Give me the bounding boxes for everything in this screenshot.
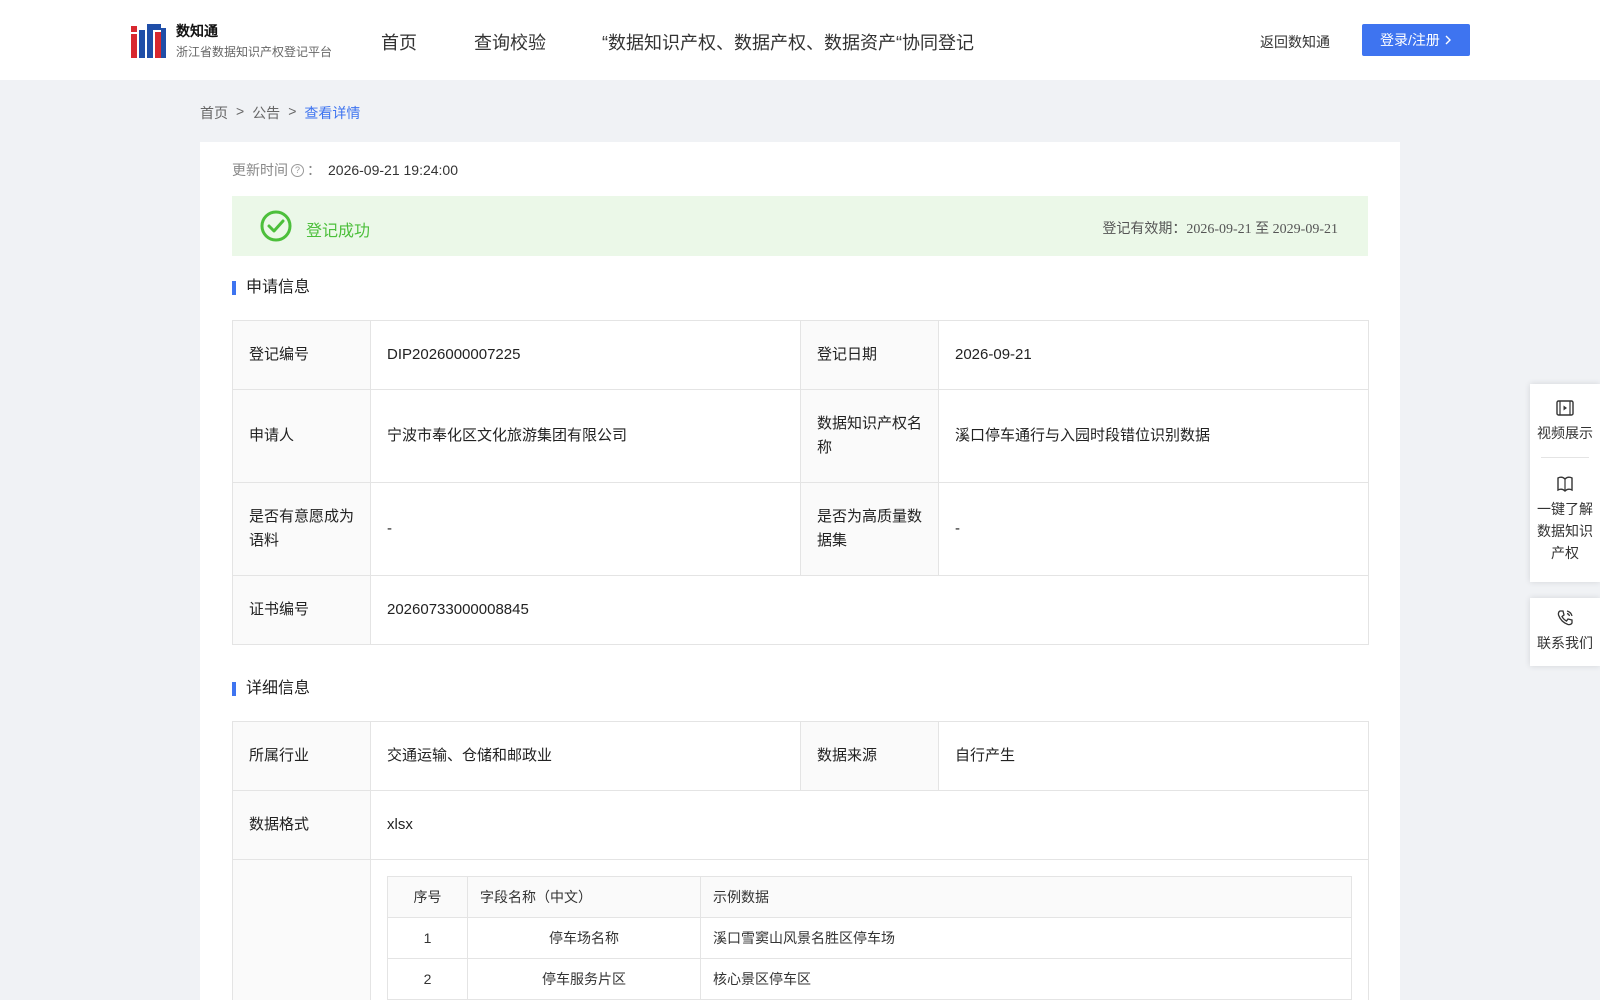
corpus-value: - xyxy=(370,482,801,576)
field-sample: 溪口雪窦山风景名胜区停车场 xyxy=(700,917,1352,959)
chevron-right-icon xyxy=(1445,35,1451,45)
side-panel-top: 视频展示 一键了解数据知识产权 xyxy=(1530,384,1600,582)
application-table: 登记编号 DIP2026000007225 登记日期 2026-09-21 申请… xyxy=(232,320,1369,645)
learn-ip-label: 一键了解数据知识产权 xyxy=(1537,501,1593,561)
top-header: 数知通 浙江省数据知识产权登记平台 首页 查询校验 “数据知识产权、数据产权、数… xyxy=(0,0,1600,80)
back-to-portal-link[interactable]: 返回数知通 xyxy=(1260,32,1330,52)
nav-home[interactable]: 首页 xyxy=(381,29,417,55)
field-index: 1 xyxy=(387,917,468,959)
breadcrumb-notice[interactable]: 公告 xyxy=(252,103,280,123)
reg-no-value: DIP2026000007225 xyxy=(370,320,801,390)
nav-joint-registration[interactable]: “数据知识产权、数据产权、数据资产“协同登记 xyxy=(602,29,974,55)
nav-query[interactable]: 查询校验 xyxy=(474,29,546,55)
table-row: 是否有意愿成为语料 - 是否为高质量数据集 - xyxy=(232,482,1369,576)
industry-label: 所属行业 xyxy=(232,721,371,791)
video-label: 视频展示 xyxy=(1537,425,1593,441)
question-icon[interactable]: ? xyxy=(291,163,304,177)
breadcrumb-separator: > xyxy=(236,103,245,119)
detail-section-title: 详细信息 xyxy=(232,681,310,697)
logo-subtitle: 浙江省数据知识产权登记平台 xyxy=(176,45,333,59)
learn-ip-button[interactable]: 一键了解数据知识产权 xyxy=(1530,474,1600,564)
source-value: 自行产生 xyxy=(938,721,1369,791)
field-index: 2 xyxy=(387,958,468,1000)
login-label: 登录/注册 xyxy=(1380,32,1440,48)
table-row: 数据格式 xlsx xyxy=(232,790,1369,860)
cert-no-value: 20260733000008845 xyxy=(370,575,1369,645)
validity-period: 登记有效期：2026-09-21 至 2029-09-21 xyxy=(1102,222,1338,237)
login-register-button[interactable]: 登录/注册 xyxy=(1362,24,1470,56)
update-time-row: 更新时间 ? ： 2026-09-21 19:24:00 xyxy=(232,160,458,180)
detail-table: 所属行业 交通运输、仓储和邮政业 数据来源 自行产生 数据格式 xlsx 序号 … xyxy=(232,721,1369,1000)
breadcrumb-home[interactable]: 首页 xyxy=(200,103,228,123)
table-row: 申请人 宁波市奉化区文化旅游集团有限公司 数据知识产权名称 溪口停车通行与入园时… xyxy=(232,389,1369,483)
ip-name-value: 溪口停车通行与入园时段错位识别数据 xyxy=(938,389,1369,483)
fields-label-cell xyxy=(232,859,371,1000)
status-banner: 登记成功 登记有效期：2026-09-21 至 2029-09-21 xyxy=(232,196,1368,256)
reg-date-value: 2026-09-21 xyxy=(938,320,1369,390)
col-index-header: 序号 xyxy=(387,876,468,918)
phone-icon xyxy=(1557,610,1573,626)
side-divider xyxy=(1541,457,1589,458)
logo-title: 数知通 xyxy=(176,23,218,39)
table-row: 序号 字段名称（中文） 示例数据 1 停车场名称 溪口雪窦山风景名胜区停车场 2… xyxy=(232,859,1369,1000)
reg-date-label: 登记日期 xyxy=(800,320,939,390)
field-name: 停车场名称 xyxy=(467,917,701,959)
field-sample: 核心景区停车区 xyxy=(700,958,1352,1000)
update-time-label: 更新时间 xyxy=(232,162,288,178)
format-label: 数据格式 xyxy=(232,790,371,860)
video-button[interactable]: 视频展示 xyxy=(1530,398,1600,444)
applicant-value: 宁波市奉化区文化旅游集团有限公司 xyxy=(370,389,801,483)
update-time-value: 2026-09-21 19:24:00 xyxy=(328,162,458,178)
side-panel-bottom: 联系我们 xyxy=(1530,598,1600,666)
book-icon xyxy=(1557,476,1573,492)
application-section-title: 申请信息 xyxy=(232,280,310,296)
contact-label: 联系我们 xyxy=(1537,635,1593,651)
field-name: 停车服务片区 xyxy=(467,958,701,1000)
check-circle-icon xyxy=(260,210,292,242)
col-sample-header: 示例数据 xyxy=(700,876,1352,918)
update-time-colon: ： xyxy=(307,162,321,178)
reg-no-label: 登记编号 xyxy=(232,320,371,390)
ip-name-label: 数据知识产权名称 xyxy=(800,389,939,483)
fields-cell: 序号 字段名称（中文） 示例数据 1 停车场名称 溪口雪窦山风景名胜区停车场 2… xyxy=(370,859,1369,1000)
quality-value: - xyxy=(938,482,1369,576)
table-row: 所属行业 交通运输、仓储和邮政业 数据来源 自行产生 xyxy=(232,721,1369,791)
table-row: 证书编号 20260733000008845 xyxy=(232,575,1369,645)
table-row: 2 停车服务片区 核心景区停车区 xyxy=(387,958,1352,1000)
source-label: 数据来源 xyxy=(800,721,939,791)
corpus-label: 是否有意愿成为语料 xyxy=(232,482,371,576)
detail-card: 更新时间 ? ： 2026-09-21 19:24:00 登记成功 登记有效期：… xyxy=(200,142,1400,1000)
breadcrumb-current: 查看详情 xyxy=(304,105,361,121)
format-value: xlsx xyxy=(370,790,1369,860)
breadcrumb: 首页 > 公告 > 查看详情 xyxy=(200,103,360,123)
industry-value: 交通运输、仓储和邮政业 xyxy=(370,721,801,791)
applicant-label: 申请人 xyxy=(232,389,371,483)
fields-table: 序号 字段名称（中文） 示例数据 1 停车场名称 溪口雪窦山风景名胜区停车场 2… xyxy=(387,876,1352,1000)
fields-header-row: 序号 字段名称（中文） 示例数据 xyxy=(387,876,1352,918)
video-icon xyxy=(1556,400,1574,416)
quality-label: 是否为高质量数据集 xyxy=(800,482,939,576)
table-row: 1 停车场名称 溪口雪窦山风景名胜区停车场 xyxy=(387,917,1352,959)
contact-button[interactable]: 联系我们 xyxy=(1530,608,1600,654)
table-row: 登记编号 DIP2026000007225 登记日期 2026-09-21 xyxy=(232,320,1369,390)
logo-icon[interactable] xyxy=(131,22,166,58)
cert-no-label: 证书编号 xyxy=(232,575,371,645)
breadcrumb-separator: > xyxy=(288,103,297,119)
status-text: 登记成功 xyxy=(306,223,371,240)
col-field-name-header: 字段名称（中文） xyxy=(467,876,701,918)
